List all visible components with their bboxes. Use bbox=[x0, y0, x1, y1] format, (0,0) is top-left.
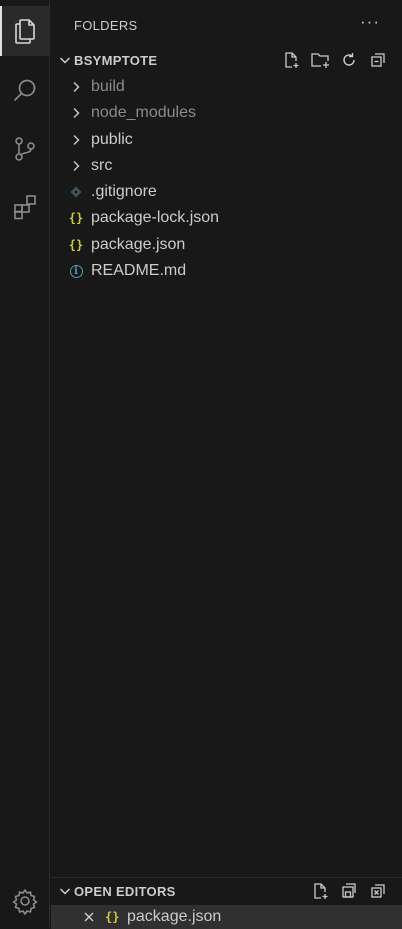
new-untitled-file-icon bbox=[313, 883, 327, 899]
source-control-button[interactable] bbox=[0, 124, 50, 174]
tree-item-package-lock-json[interactable]: {} package-lock.json bbox=[51, 205, 402, 231]
save-all-button[interactable] bbox=[338, 881, 359, 902]
tree-item-label: build bbox=[91, 78, 125, 95]
source-control-icon bbox=[15, 137, 35, 161]
workspace-actions bbox=[280, 48, 388, 72]
search-button[interactable] bbox=[0, 66, 50, 116]
explorer-sidebar: FOLDERS ··· BSYMPTOTE build node_modules… bbox=[51, 0, 402, 929]
new-file-button[interactable] bbox=[280, 50, 301, 71]
workspace-title: BSYMPTOTE bbox=[74, 52, 158, 68]
files-icon bbox=[15, 19, 35, 44]
workspace-header[interactable]: BSYMPTOTE bbox=[51, 48, 402, 72]
new-untitled-file-button[interactable] bbox=[309, 881, 330, 902]
close-all-button[interactable] bbox=[367, 881, 388, 902]
tree-item-build[interactable]: build bbox=[51, 74, 402, 100]
git-file-icon bbox=[68, 184, 84, 200]
tree-item-node-modules[interactable]: node_modules bbox=[51, 100, 402, 126]
collapse-all-button[interactable] bbox=[367, 50, 388, 71]
new-folder-icon bbox=[310, 53, 329, 68]
chevron-right-icon bbox=[68, 105, 84, 121]
open-editors-header[interactable]: OPEN EDITORS bbox=[51, 879, 402, 903]
tree-item-label: src bbox=[91, 157, 113, 174]
activity-bar bbox=[0, 0, 50, 927]
info-file-icon: i bbox=[68, 263, 84, 279]
open-editors-title: OPEN EDITORS bbox=[74, 883, 176, 899]
json-file-icon: {} bbox=[68, 211, 84, 225]
more-actions-button[interactable]: ··· bbox=[360, 12, 380, 32]
tree-item-gitignore[interactable]: .gitignore bbox=[51, 179, 402, 205]
tree-item-label: public bbox=[91, 131, 133, 148]
chevron-right-icon bbox=[68, 79, 84, 95]
extensions-icon bbox=[14, 195, 36, 220]
gear-icon bbox=[12, 889, 38, 915]
open-editor-label: package.json bbox=[127, 908, 222, 925]
chevron-down-icon bbox=[59, 57, 71, 64]
tree-item-label: .gitignore bbox=[91, 183, 157, 200]
tree-item-label: node_modules bbox=[91, 104, 196, 121]
settings-button[interactable] bbox=[0, 876, 50, 926]
chevron-right-icon bbox=[68, 158, 84, 174]
json-file-icon: {} bbox=[68, 238, 84, 252]
tree-item-public[interactable]: public bbox=[51, 127, 402, 153]
tree-item-label: package.json bbox=[91, 236, 186, 253]
chevron-down-icon bbox=[59, 888, 71, 895]
json-file-icon: {} bbox=[105, 910, 120, 924]
tree-item-src[interactable]: src bbox=[51, 153, 402, 179]
explorer-button[interactable] bbox=[0, 6, 50, 56]
tree-item-label: package-lock.json bbox=[91, 209, 220, 226]
close-editor-button[interactable] bbox=[82, 910, 96, 928]
open-editor-item[interactable]: {} package.json bbox=[51, 905, 402, 929]
search-icon bbox=[14, 79, 36, 101]
new-file-icon bbox=[284, 52, 298, 68]
close-icon bbox=[84, 912, 94, 922]
collapse-all-icon bbox=[370, 53, 385, 67]
tree-item-package-json[interactable]: {} package.json bbox=[51, 232, 402, 258]
open-editors-actions bbox=[309, 879, 388, 903]
refresh-button[interactable] bbox=[338, 50, 359, 71]
open-editors-section: OPEN EDITORS {} package.json bbox=[51, 877, 402, 929]
tree-item-readme[interactable]: i README.md bbox=[51, 258, 402, 284]
refresh-icon bbox=[342, 53, 355, 66]
panel-title: FOLDERS bbox=[74, 18, 138, 33]
extensions-button[interactable] bbox=[0, 182, 50, 232]
new-folder-button[interactable] bbox=[309, 50, 330, 71]
chevron-right-icon bbox=[68, 132, 84, 148]
save-all-icon bbox=[341, 883, 356, 898]
close-all-icon bbox=[370, 884, 385, 898]
tree-item-label: README.md bbox=[91, 262, 187, 279]
